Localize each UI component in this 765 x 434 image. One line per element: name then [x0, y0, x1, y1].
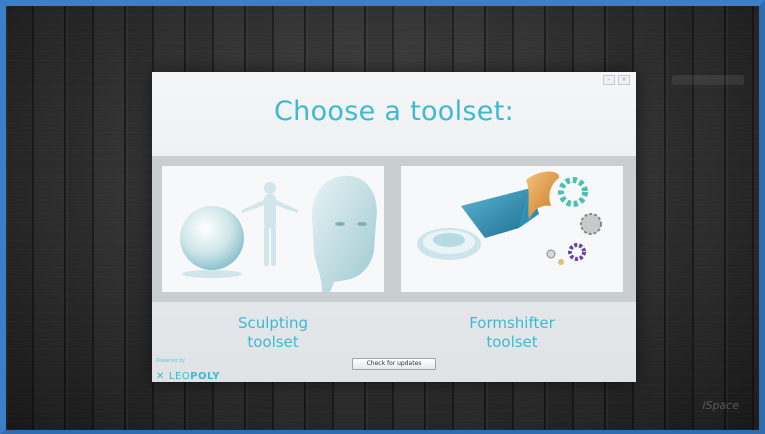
gray-ring-shape [580, 213, 602, 235]
sculpting-label-line2: toolset [247, 333, 299, 351]
formshifter-label-line2: toolset [486, 333, 538, 351]
formshifter-illustration [401, 166, 623, 292]
close-button[interactable]: × [618, 75, 630, 85]
brand-text: ✕ LEOPOLY [156, 371, 221, 382]
check-for-updates-button[interactable]: Check for updates [352, 358, 436, 370]
sculpting-illustration [162, 166, 384, 292]
formshifter-label-line1: Formshifter [469, 314, 555, 332]
watermark: iSpace [702, 399, 739, 412]
sculpting-label-line1: Sculpting [237, 314, 309, 332]
toolset-dialog: – × Choose a toolset: Sculpting toolset … [152, 72, 636, 382]
leopoly-logo: Powered by ✕ LEOPOLY [156, 358, 220, 383]
sculpting-toolset-label[interactable]: Sculpting toolset [162, 314, 384, 352]
app-window: – × Choose a toolset: Sculpting toolset … [0, 0, 765, 434]
dialog-title: Choose a toolset: [274, 96, 514, 127]
sphere-shape [180, 206, 244, 270]
powered-by-text: Powered by [156, 358, 186, 364]
minimize-button[interactable]: – [603, 75, 615, 85]
window-buttons: – × [603, 75, 630, 85]
formshifter-toolset-card[interactable] [401, 166, 623, 292]
disc-shape [417, 228, 481, 260]
formshifter-toolset-label[interactable]: Formshifter toolset [401, 314, 623, 352]
sculpting-toolset-card[interactable] [162, 166, 384, 292]
top-right-bar [672, 75, 744, 85]
